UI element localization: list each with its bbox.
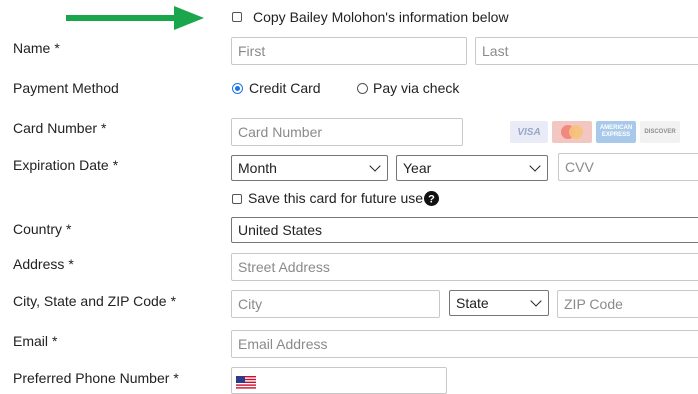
svg-text:?: ? [428,194,435,206]
zip-code-input[interactable] [557,290,698,318]
discover-logo: DISCOVER [640,121,680,143]
chevron-down-icon [369,160,381,172]
mastercard-logo [552,121,592,143]
amex-logo: AMERICAN EXPRESS [596,121,636,143]
chevron-down-icon [529,160,541,172]
expiration-date-label: Expiration Date * [13,157,119,173]
visa-logo: VISA [510,121,548,143]
copy-info-checkbox[interactable] [232,12,242,22]
address-label: Address * [13,256,74,272]
country-select[interactable]: United States [231,217,698,243]
card-number-label: Card Number * [13,120,107,136]
email-label: Email * [13,333,58,349]
city-input[interactable] [231,290,440,318]
us-flag-icon [236,376,256,389]
cvv-input[interactable] [558,153,698,181]
credit-card-label: Credit Card [249,80,321,96]
last-name-input[interactable] [475,37,698,65]
name-label: Name * [13,40,60,56]
email-input[interactable] [231,330,698,358]
pay-via-check-label: Pay via check [373,80,460,96]
pay-via-check-radio[interactable] [357,83,368,94]
state-select[interactable]: State [449,290,549,316]
credit-card-radio[interactable] [232,83,243,94]
first-name-input[interactable] [231,37,467,65]
green-arrow-icon [66,6,204,30]
chevron-down-icon [530,295,542,307]
city-state-zip-label: City, State and ZIP Code * [13,293,177,309]
save-card-checkbox[interactable] [232,194,242,204]
copy-info-label: Copy Bailey Molohon's information below [253,9,509,25]
street-address-input[interactable] [231,253,698,281]
phone-input[interactable] [231,367,447,394]
country-label: Country * [13,221,72,237]
mastercard-circles-icon [561,125,583,139]
phone-label: Preferred Phone Number * [13,370,179,386]
payment-method-label: Payment Method [13,80,119,96]
question-circle-icon[interactable]: ? [424,191,439,206]
card-number-input[interactable] [231,118,463,146]
expiration-year-select[interactable]: Year [396,155,548,181]
save-card-label: Save this card for future use [248,190,424,206]
expiration-month-select[interactable]: Month [231,155,388,181]
